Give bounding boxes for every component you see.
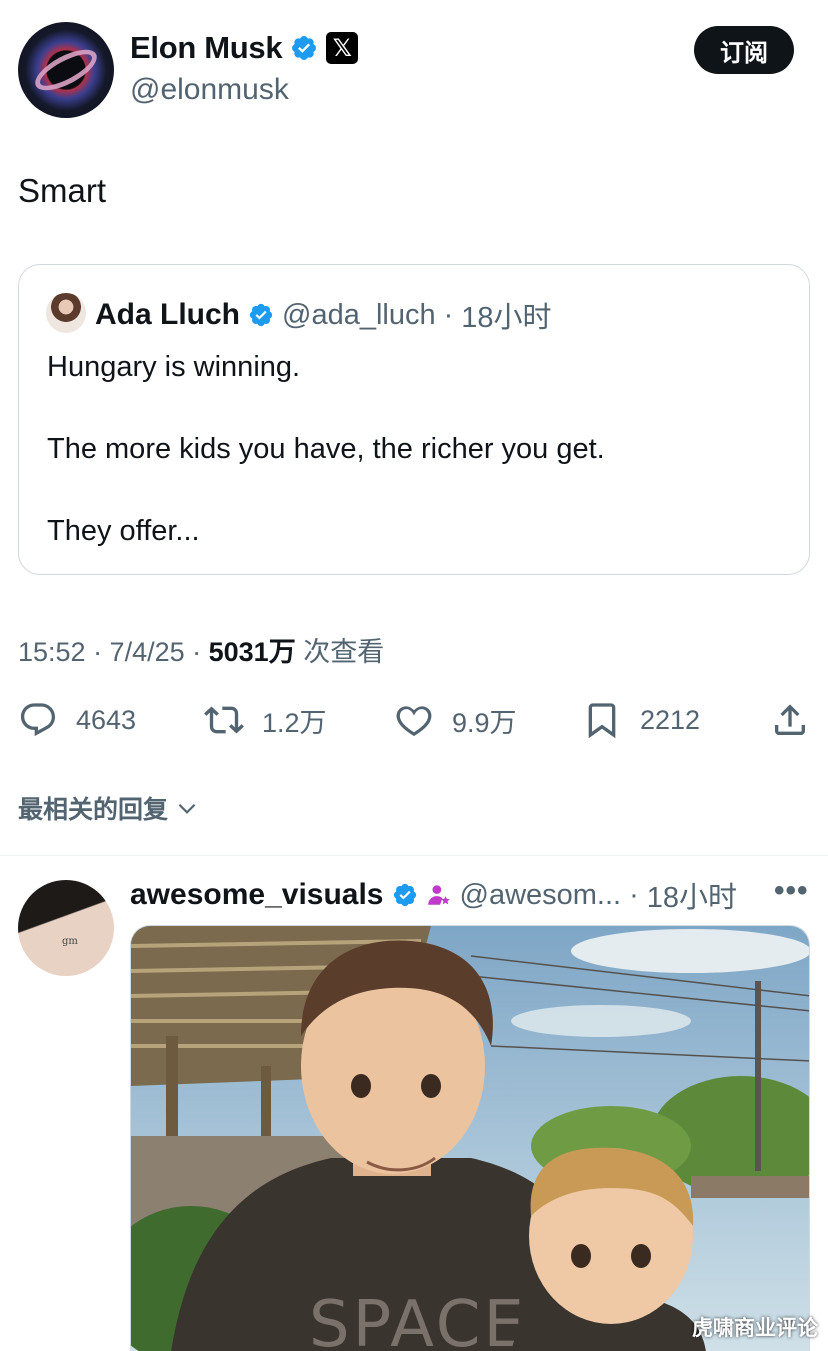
quote-author-handle[interactable]: @ada_lluch (282, 299, 436, 332)
quote-header: Ada Lluch @ada_lluch · 18小时 (95, 294, 552, 336)
avatar-tattoo: gm (62, 936, 78, 947)
timestamp-date[interactable]: 15:52 · 7/4/25 · (18, 637, 209, 667)
author-name-row: Elon Musk 𝕏 (130, 30, 359, 66)
repost-count: 1.2万 (262, 707, 327, 738)
bookmark-button[interactable]: 2212 (582, 700, 700, 740)
repost-button[interactable]: 1.2万 (204, 700, 327, 740)
more-options-icon[interactable]: ••• (774, 874, 809, 908)
quote-line: Hungary is winning. (47, 351, 301, 383)
reply-author-handle[interactable]: @awesom... (460, 879, 622, 912)
quote-line: The more kids you have, the richer you g… (47, 433, 605, 465)
quote-author-avatar[interactable] (46, 293, 86, 333)
illustration: SPACE (131, 926, 809, 1351)
action-bar: 4643 1.2万 9.9万 2212 (18, 700, 810, 744)
author-name[interactable]: Elon Musk (130, 30, 283, 66)
quote-line: They offer... (47, 515, 200, 547)
divider (0, 855, 828, 856)
reply-button[interactable]: 4643 (18, 700, 136, 740)
tweet-text: Smart (18, 172, 107, 209)
quote-time[interactable]: 18小时 (461, 294, 551, 336)
like-count: 9.9万 (452, 707, 517, 738)
reply-author-avatar[interactable]: gm (18, 880, 114, 976)
subscribe-button[interactable]: 订阅 (694, 26, 794, 74)
chevron-down-icon (178, 803, 196, 814)
reply-header: awesome_visuals @awesom... · 18小时 (130, 874, 737, 916)
x-affiliate-badge-icon: 𝕏 (326, 32, 359, 64)
reply-image[interactable]: SPACE (130, 925, 810, 1351)
reply-sort-dropdown[interactable]: 最相关的回复 (18, 790, 200, 826)
creator-badge-icon (427, 885, 450, 905)
separator-dot: · (629, 878, 639, 911)
shirt-text: SPACE (309, 1288, 527, 1351)
author-avatar[interactable] (18, 22, 114, 118)
share-button[interactable] (770, 700, 810, 740)
reply-time[interactable]: 18小时 (647, 874, 737, 916)
verified-badge-icon (292, 36, 317, 60)
share-icon (775, 704, 805, 735)
view-count: 5031万 (208, 637, 296, 667)
verified-badge-icon (249, 303, 273, 327)
reply-count: 4643 (76, 704, 137, 735)
watermark: 虎啸商业评论 (692, 1317, 818, 1340)
author-handle[interactable]: @elonmusk (130, 73, 289, 107)
reply-author-name[interactable]: awesome_visuals (130, 878, 384, 912)
like-button[interactable]: 9.9万 (394, 700, 517, 740)
separator-dot: · (443, 298, 454, 331)
quote-text: Hungary is winning. The more kids you ha… (47, 347, 605, 593)
bookmark-icon (588, 703, 616, 739)
heart-icon (396, 706, 432, 737)
sort-label: 最相关的回复 (18, 796, 169, 824)
view-label: 次查看 (295, 637, 385, 667)
quote-author-name[interactable]: Ada Lluch (95, 298, 240, 332)
repost-icon (204, 706, 244, 734)
verified-badge-icon (393, 883, 416, 907)
bookmark-count: 2212 (640, 704, 701, 735)
reply-icon (20, 703, 56, 737)
quoted-tweet[interactable]: Ada Lluch @ada_lluch · 18小时 Hungary is w… (18, 264, 810, 575)
tweet-timestamp: 15:52 · 7/4/25 · 5031万 次查看 (18, 630, 384, 669)
